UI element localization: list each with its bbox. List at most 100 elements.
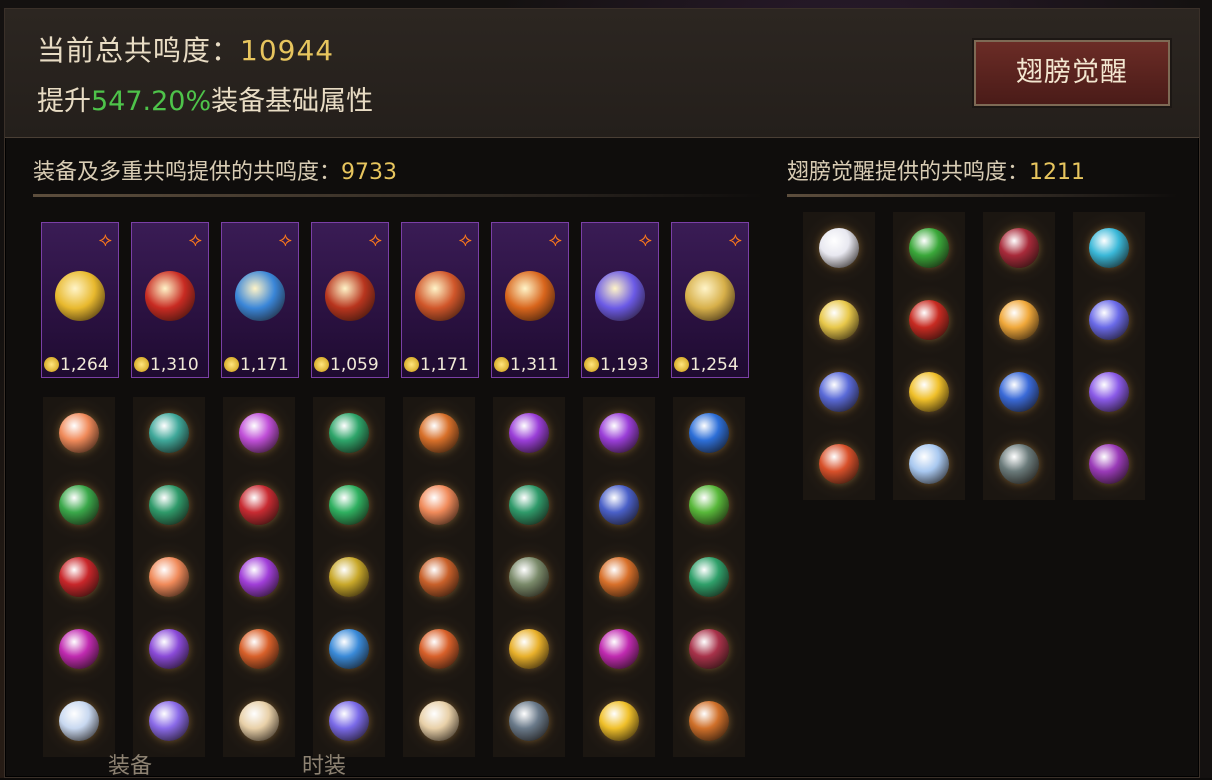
- boost-suffix: 装备基础属性: [211, 86, 374, 117]
- equipment-slot[interactable]: ⟡ 1,171: [221, 222, 299, 378]
- wing-gem-slot[interactable]: [1073, 356, 1145, 428]
- wing-gem-slot[interactable]: [803, 284, 875, 356]
- gem-slot[interactable]: [493, 613, 565, 685]
- equipment-score-value: 1,171: [240, 355, 289, 375]
- total-resonance-value: 10944: [240, 34, 335, 67]
- equipment-slot[interactable]: ⟡ 1,171: [401, 222, 479, 378]
- equipment-score: 1,254: [674, 355, 739, 375]
- gem-slot[interactable]: [583, 469, 655, 541]
- gem-slot[interactable]: [673, 685, 745, 757]
- gem-slot[interactable]: [403, 541, 475, 613]
- equipment-icon: [415, 271, 465, 321]
- wing-gem-slot[interactable]: [983, 356, 1055, 428]
- gem-slot[interactable]: [313, 469, 385, 541]
- wing-resonance-title: 翅膀觉醒提供的共鸣度：1211: [787, 154, 1085, 186]
- wing-gem-slot[interactable]: [983, 428, 1055, 500]
- gem-slot[interactable]: [403, 685, 475, 757]
- coin-icon: [584, 357, 599, 372]
- gem-icon: [909, 372, 949, 412]
- gem-slot[interactable]: [493, 397, 565, 469]
- equipment-slot[interactable]: ⟡ 1,059: [311, 222, 389, 378]
- wing-gem-slot[interactable]: [893, 428, 965, 500]
- gem-icon: [239, 629, 279, 669]
- rune-icon: ⟡: [368, 227, 382, 251]
- gem-icon: [599, 629, 639, 669]
- gem-slot[interactable]: [133, 613, 205, 685]
- gem-icon: [59, 557, 99, 597]
- gem-slot[interactable]: [133, 541, 205, 613]
- gem-slot[interactable]: [493, 685, 565, 757]
- gem-slot[interactable]: [403, 397, 475, 469]
- coin-icon: [674, 357, 689, 372]
- gem-icon: [689, 629, 729, 669]
- wing-gem-slot[interactable]: [983, 212, 1055, 284]
- wing-gem-slot[interactable]: [893, 356, 965, 428]
- gem-slot[interactable]: [673, 397, 745, 469]
- gem-slot[interactable]: [223, 397, 295, 469]
- gem-icon: [509, 701, 549, 741]
- gem-icon: [909, 228, 949, 268]
- equipment-slot[interactable]: ⟡ 1,193: [581, 222, 659, 378]
- equipment-score-value: 1,059: [330, 355, 379, 375]
- rune-icon: ⟡: [728, 227, 742, 251]
- gem-slot[interactable]: [583, 613, 655, 685]
- wing-gem-slot[interactable]: [893, 284, 965, 356]
- gem-icon: [1089, 444, 1129, 484]
- gem-slot[interactable]: [43, 685, 115, 757]
- gem-slot[interactable]: [583, 685, 655, 757]
- gem-slot[interactable]: [223, 541, 295, 613]
- gem-slot[interactable]: [313, 397, 385, 469]
- gem-slot[interactable]: [493, 541, 565, 613]
- gem-slot[interactable]: [43, 613, 115, 685]
- gem-slot[interactable]: [133, 397, 205, 469]
- gem-slot[interactable]: [673, 613, 745, 685]
- gem-slot[interactable]: [403, 613, 475, 685]
- gem-slot[interactable]: [223, 613, 295, 685]
- wing-gem-slot[interactable]: [983, 284, 1055, 356]
- tab-equipment[interactable]: 装备: [108, 748, 152, 780]
- gem-slot[interactable]: [403, 469, 475, 541]
- equipment-slot[interactable]: ⟡ 1,254: [671, 222, 749, 378]
- gem-icon: [329, 629, 369, 669]
- equipment-icon: [595, 271, 645, 321]
- gem-slot[interactable]: [313, 541, 385, 613]
- gem-slot[interactable]: [673, 541, 745, 613]
- coin-icon: [224, 357, 239, 372]
- wing-gem-slot[interactable]: [893, 212, 965, 284]
- equipment-slot[interactable]: ⟡ 1,264: [41, 222, 119, 378]
- gem-slot[interactable]: [313, 613, 385, 685]
- gem-slot[interactable]: [583, 397, 655, 469]
- equipment-icon: [235, 271, 285, 321]
- wing-gem-slot[interactable]: [1073, 284, 1145, 356]
- rune-icon: ⟡: [98, 227, 112, 251]
- wing-awaken-button[interactable]: 翅膀觉醒: [972, 38, 1172, 108]
- gem-slot[interactable]: [223, 685, 295, 757]
- equipment-slot[interactable]: ⟡ 1,311: [491, 222, 569, 378]
- gem-slot[interactable]: [313, 685, 385, 757]
- wing-gem-slot[interactable]: [803, 428, 875, 500]
- wing-gem-slot[interactable]: [803, 212, 875, 284]
- gem-slot[interactable]: [583, 541, 655, 613]
- wing-gem-slot[interactable]: [803, 356, 875, 428]
- gem-slot[interactable]: [493, 469, 565, 541]
- tab-fashion[interactable]: 时装: [302, 748, 346, 780]
- gem-slot[interactable]: [223, 469, 295, 541]
- equipment-resonance-label: 装备及多重共鸣提供的共鸣度：: [33, 160, 342, 185]
- gem-slot[interactable]: [133, 469, 205, 541]
- gem-slot[interactable]: [673, 469, 745, 541]
- gem-icon: [419, 413, 459, 453]
- gem-icon: [419, 701, 459, 741]
- equipment-score: 1,171: [404, 355, 469, 375]
- gem-slot[interactable]: [43, 469, 115, 541]
- wing-gem-slot[interactable]: [1073, 428, 1145, 500]
- gem-icon: [419, 629, 459, 669]
- equipment-slot[interactable]: ⟡ 1,310: [131, 222, 209, 378]
- gem-icon: [999, 372, 1039, 412]
- gem-slot[interactable]: [43, 541, 115, 613]
- gem-slot[interactable]: [133, 685, 205, 757]
- gem-icon: [239, 557, 279, 597]
- gem-icon: [329, 557, 369, 597]
- gem-slot[interactable]: [43, 397, 115, 469]
- wing-gem-slot[interactable]: [1073, 212, 1145, 284]
- gem-icon: [329, 485, 369, 525]
